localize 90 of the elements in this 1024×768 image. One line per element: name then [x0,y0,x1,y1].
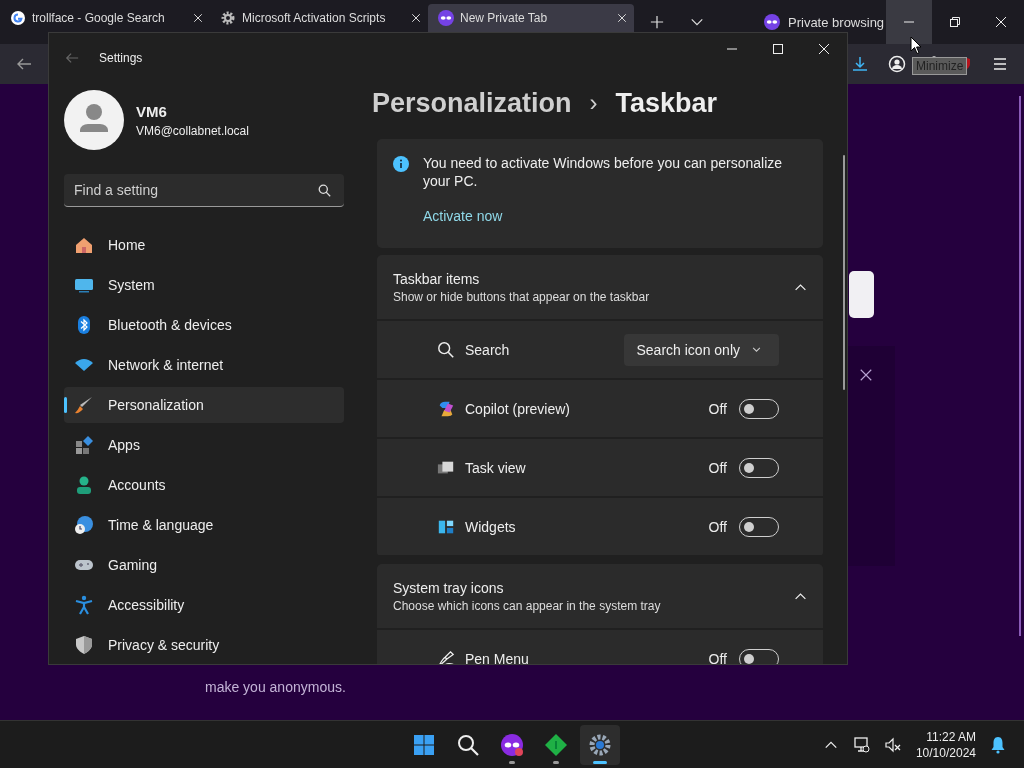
diamond-icon [544,733,568,757]
setting-label: Pen Menu [465,650,530,664]
apps-icon [74,435,94,455]
input-field[interactable] [849,271,874,318]
section-header[interactable]: System tray icons Choose which icons can appear in the system tray [377,564,823,630]
globe-clock-icon [74,515,94,535]
tab-title: trollface - Google Search [32,11,166,25]
close-icon[interactable] [410,12,422,24]
nav-item[interactable]: Accessibility [64,587,344,623]
back-arrow-icon[interactable] [65,51,79,65]
info-icon [393,156,409,172]
nav-item[interactable]: Personalization [64,387,344,423]
speaker-muted-icon[interactable] [883,735,902,754]
taskbar-button[interactable] [580,725,620,765]
cursor-icon [910,36,922,55]
close-icon[interactable] [616,12,628,24]
toggle-state: Off [708,650,727,664]
new-tab-icon[interactable] [650,15,664,29]
user-email: VM6@collabnet.local [136,123,249,138]
shield-icon [74,635,94,655]
private-browsing-label: Private browsing [788,14,885,30]
gear-icon [220,10,236,26]
chevron-down-icon [752,345,761,354]
bell-icon[interactable] [990,735,1006,754]
search-field[interactable]: Find a setting [64,174,344,207]
nav-item[interactable]: Bluetooth & devices [64,307,344,343]
tab-title: New Private Tab [460,11,549,25]
activate-link[interactable]: Activate now [423,208,807,224]
accessibility-icon [74,595,94,615]
nav-item[interactable]: Time & language [64,507,344,543]
restore-icon [949,16,961,28]
setting-label: Copilot (preview) [465,400,572,417]
copilot-icon [437,399,455,418]
tooltip: Minimize [912,57,968,75]
section-subtitle: Choose which icons can appear in the system tray [393,598,662,613]
close-icon[interactable] [859,368,873,382]
nav-item[interactable]: Home [64,227,344,263]
user-name: VM6 [136,102,168,120]
mask-icon [764,14,780,30]
gear-icon [588,733,612,757]
mask-icon [438,10,454,26]
person-icon [74,475,94,495]
tab-title: Microsoft Activation Scripts [242,11,387,25]
nav-item[interactable]: System [64,267,344,303]
section-title: Taskbar items [393,270,481,287]
google-icon [10,10,26,26]
section-title: System tray icons [393,579,505,596]
maximize-icon [772,43,784,55]
clock[interactable]: 11:22 AM 10/10/2024 [915,728,976,761]
setting-label: Widgets [465,518,517,535]
menu-icon[interactable] [992,56,1008,72]
section-header[interactable]: Taskbar items Show or hide buttons that appear on the taskbar [377,255,823,321]
search-icon [456,733,480,757]
download-icon[interactable] [852,56,868,72]
dropdown[interactable]: Search icon only [624,333,779,366]
nav-item[interactable]: Privacy & security [64,627,344,663]
toggle-state: Off [708,518,727,535]
page-text: make you anonymous. [205,679,346,695]
setting-label: Task view [465,459,527,476]
account-icon[interactable] [888,55,906,73]
mask-icon [500,733,524,757]
breadcrumb-link[interactable]: Personalization [372,87,572,119]
browser-tab[interactable]: Microsoft Activation Scripts [210,4,428,32]
nav-item[interactable]: Apps [64,427,344,463]
toggle-state: Off [708,400,727,417]
selection-indicator [64,397,67,413]
nav-item[interactable]: Gaming [64,547,344,583]
nav-item[interactable]: Network & internet [64,347,344,383]
search-icon[interactable] [318,184,331,197]
house-icon [74,235,94,255]
paintbrush-icon [74,395,94,415]
browser-tab[interactable]: trollface - Google Search [0,4,210,32]
setting-label: Search [465,341,511,358]
window-title: Settings [99,51,143,65]
back-arrow-icon[interactable] [16,56,32,72]
breadcrumb-separator: › [589,89,598,117]
pen-icon [437,649,455,664]
close-icon [995,16,1007,28]
search-icon [437,340,455,359]
toggle-state: Off [708,459,727,476]
avatar-icon [64,90,124,150]
nav-item[interactable]: Accounts [64,467,344,503]
notice-text: You need to activate Windows before you can personalize your PC. [423,154,784,190]
close-icon[interactable] [192,12,204,24]
section-subtitle: Show or hide buttons that appear on the taskbar [393,289,651,304]
browser-tab[interactable]: New Private Tab [428,4,634,32]
network-icon[interactable] [851,735,870,754]
windows-logo-icon [412,733,436,757]
close-icon [818,43,830,55]
page-title: Taskbar [615,87,718,119]
